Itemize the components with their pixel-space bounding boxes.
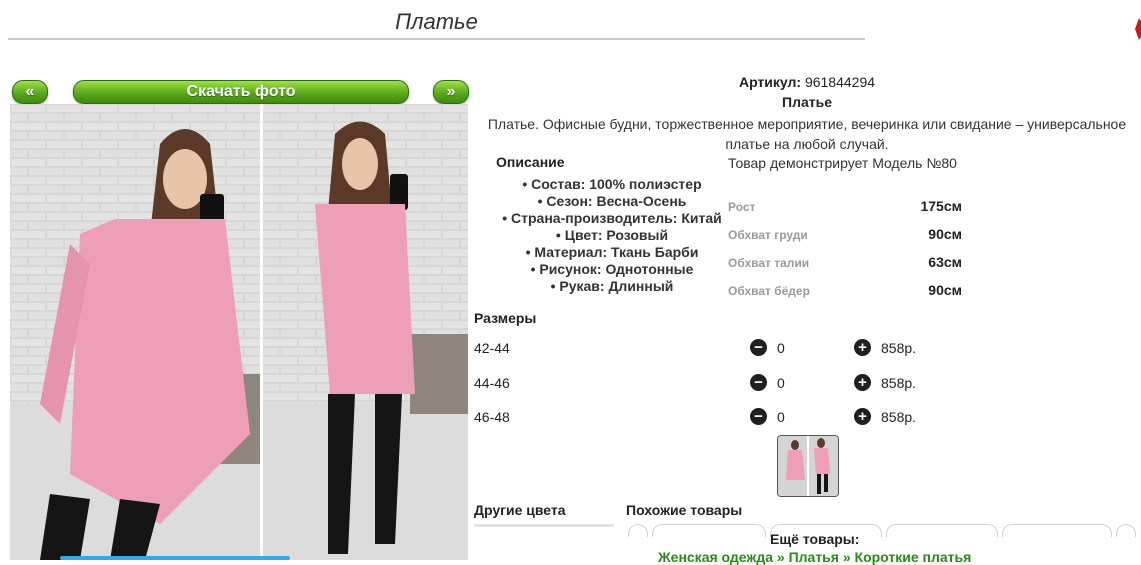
similar-product-card[interactable] [652,524,766,537]
measurement-label: Обхват талии [728,256,810,270]
measurement-value: 90см [928,226,962,242]
breadcrumb: Женская одежда » Платья » Короткие плать… [658,549,971,565]
description-heading: Описание [496,154,565,170]
article-value: 961844294 [804,74,876,90]
measurement-label: Обхват груди [728,228,808,242]
photo-thumbnail[interactable] [777,435,839,497]
property-item: Состав: 100% полиэстер [472,176,752,193]
page-title: Платье [395,9,478,34]
measurement-row: Обхват бёдер 90см [728,282,968,302]
similar-product-card[interactable] [1002,524,1112,537]
measurement-row: Обхват груди 90см [728,226,968,246]
property-item: Рукав: Длинный [472,278,752,295]
property-item: Материал: Ткань Барби [472,244,752,261]
similar-product-card[interactable] [886,524,998,537]
breadcrumb-link[interactable]: Короткие платья [855,549,972,565]
download-photo-button[interactable]: Скачать фото [73,80,409,104]
product-photo[interactable] [10,104,468,560]
description-line: Платье. Офисные будни, торжественное мер… [487,116,1127,132]
measurement-row: Обхват талии 63см [728,254,968,274]
breadcrumb-link[interactable]: Платья [789,549,839,565]
measurement-value: 90см [928,282,962,298]
size-label: 42-44 [474,340,510,356]
cart-icon[interactable] [1131,16,1141,42]
plus-icon[interactable]: + [854,339,871,356]
similar-products-heading: Похожие товары [626,502,743,518]
product-name: Платье [782,94,832,110]
property-item: Цвет: Розовый [472,227,752,244]
property-item: Сезон: Весна-Осень [472,193,752,210]
breadcrumb-separator: » [776,549,785,565]
prev-photo-button[interactable]: « [12,80,48,104]
similar-product-card[interactable] [628,524,648,537]
measurement-value: 63см [928,254,962,270]
plus-icon[interactable]: + [854,408,871,425]
minus-icon[interactable]: − [750,374,767,391]
size-label: 44-46 [474,375,510,391]
measurement-label: Обхват бёдер [728,284,810,298]
property-item: Страна-производитель: Китай [472,210,752,227]
minus-icon[interactable]: − [750,339,767,356]
order-button[interactable] [60,556,290,560]
size-row: 42-44 − 0 + 858р. [474,338,944,358]
measurement-row: Рост 175см [728,198,968,218]
quantity-value: 0 [777,375,785,391]
similar-product-card[interactable] [1116,524,1136,537]
product-description: Платье. Офисные будни, торжественное мер… [472,114,1141,154]
article-label: Артикул: [738,74,802,90]
measurement-value: 175см [920,198,962,214]
price-value: 858р. [881,340,917,356]
properties-list: Состав: 100% полиэстер Сезон: Весна-Осен… [472,176,752,295]
quantity-value: 0 [777,340,785,356]
measurement-label: Рост [728,200,756,214]
other-colors-heading: Другие цвета [474,502,566,518]
quantity-value: 0 [777,409,785,425]
model-heading: Товар демонстрирует Модель №80 [728,155,957,171]
size-label: 46-48 [474,409,510,425]
plus-icon[interactable]: + [854,374,871,391]
title-divider [8,38,865,40]
more-products-heading: Ещё товары: [770,531,860,547]
other-colors-strip [474,524,614,527]
property-item: Рисунок: Однотонные [472,261,752,278]
description-line: платье на любой случай. [725,136,889,152]
sizes-heading: Размеры [474,310,537,326]
size-row: 44-46 − 0 + 858р. [474,373,944,393]
price-value: 858р. [881,375,917,391]
next-photo-button[interactable]: » [433,80,469,104]
minus-icon[interactable]: − [750,408,767,425]
breadcrumb-link[interactable]: Женская одежда [658,549,773,565]
article-line: Артикул: 961844294 [472,74,1141,90]
size-row: 46-48 − 0 + 858р. [474,407,944,427]
breadcrumb-separator: » [842,549,851,565]
price-value: 858р. [881,409,917,425]
